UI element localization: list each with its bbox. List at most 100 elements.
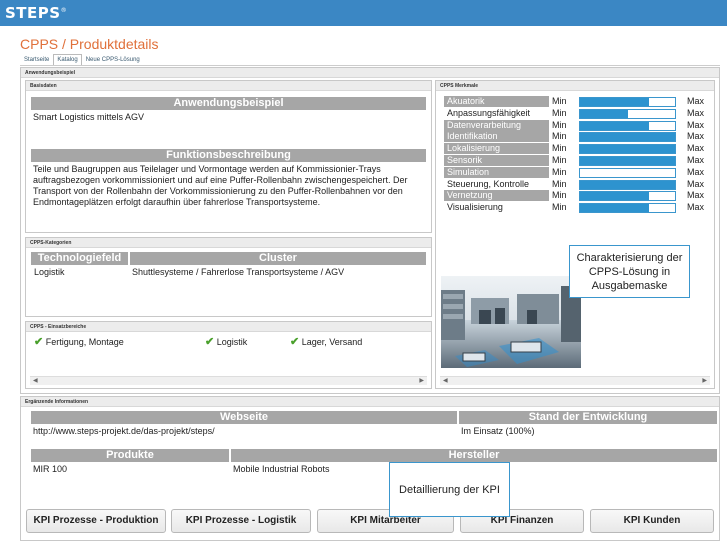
merkmal-row: Anpassungsfähigkeit Min Max (444, 107, 714, 119)
merkmal-min-label: Min (552, 166, 567, 177)
merkmal-row: Akuatorik Min Max (444, 96, 714, 107)
scroll-left-icon[interactable]: ◀ (33, 377, 38, 386)
merkmal-label: Lokalisierung (444, 143, 549, 155)
merkmal-level-fill (580, 98, 650, 106)
merkmal-min-label: Min (552, 119, 567, 130)
scroll-right-icon[interactable]: ▶ (419, 377, 424, 386)
steps-logo[interactable]: STEPS® (5, 4, 67, 22)
kategorien-panel: CPPS-Kategorien Technologiefeld Cluster … (25, 237, 432, 317)
merkmal-min-label: Min (552, 202, 567, 213)
cluster-value: Shuttlesysteme / Fahrerlose Transportsys… (132, 267, 345, 277)
merkmal-row: Datenverarbeitung Min Max (444, 119, 714, 131)
kpi-callout-text: Detaillierung der KPI (399, 484, 500, 496)
kpi-logistik-button[interactable]: KPI Prozesse - Logistik (171, 509, 311, 533)
merkmal-row: Sensorik Min Max (444, 155, 714, 166)
merkmal-label: Akuatorik (444, 96, 549, 107)
website-heading: Webseite (31, 411, 459, 424)
merkmal-max-label: Max (687, 143, 705, 154)
merkmal-label: Anpassungsfähigkeit (444, 107, 549, 119)
merkmal-min-label: Min (552, 96, 567, 106)
merkmale-title: CPPS Merkmale (436, 81, 714, 91)
hersteller-heading: Hersteller (231, 449, 717, 462)
merkmal-max-label: Max (687, 119, 705, 130)
merkmal-row: Steuerung, Kontrolle Min Max (444, 178, 714, 190)
merkmal-level-fill (580, 121, 650, 130)
merkmal-min-label: Min (552, 107, 567, 118)
merkmal-level-fill (580, 204, 650, 213)
einsatzbereiche-panel: CPPS - Einsatzbereiche ✔ Fertigung, Mont… (25, 321, 432, 389)
technologiefeld-value: Logistik (34, 267, 65, 277)
merkmal-level-fill (580, 133, 675, 142)
merkmal-min-label: Min (552, 155, 567, 165)
tab-divider (20, 65, 720, 66)
einsatz-item-logistik: ✔ Logistik (205, 336, 247, 348)
top-bar: STEPS® (0, 0, 727, 26)
merkmal-max-label: Max (687, 178, 705, 189)
kpi-kunden-button[interactable]: KPI Kunden (590, 509, 714, 533)
checkmark-icon: ✔ (205, 336, 215, 348)
checkmark-icon: ✔ (34, 336, 44, 348)
kpi-produktion-button[interactable]: KPI Prozesse - Produktion (26, 509, 166, 533)
checkmark-icon: ✔ (290, 336, 300, 348)
einsatz-label: Fertigung, Montage (45, 337, 124, 347)
merkmal-level-bar (579, 144, 676, 155)
merkmal-max-label: Max (687, 107, 705, 118)
merkmal-level-bar (579, 97, 676, 107)
merkmal-max-label: Max (687, 190, 705, 201)
funktionsbeschreibung-heading: Funktionsbeschreibung (31, 149, 426, 162)
merkmal-label: Sensorik (444, 155, 549, 166)
website-link[interactable]: http://www.steps-projekt.de/das-projekt/… (31, 426, 459, 437)
merkmal-level-bar (579, 179, 676, 190)
merkmal-row: Simulation Min Max (444, 166, 714, 178)
merkmal-row: Lokalisierung Min Max (444, 143, 714, 155)
anwendungsbeispiel-text: Smart Logistics mittels AGV (33, 112, 145, 122)
merkmal-level-bar (579, 132, 676, 143)
merkmal-level-fill (580, 157, 675, 165)
einsatz-label: Lager, Versand (301, 337, 363, 347)
merkmal-label: Visualisierung (444, 202, 549, 214)
einsatz-label: Logistik (216, 337, 248, 347)
merkmal-level-fill (580, 109, 628, 118)
produkte-value: MIR 100 (33, 464, 68, 474)
einsatz-scrollbar[interactable]: ◀ ▶ (30, 376, 427, 385)
einsatz-item-lager: ✔ Lager, Versand (290, 336, 362, 348)
merkmal-label: Datenverarbeitung (444, 119, 549, 131)
technologiefeld-heading: Technologiefeld (31, 252, 130, 265)
anwendungsbeispiel-heading: Anwendungsbeispiel (31, 97, 426, 110)
merkmal-label: Simulation (444, 166, 549, 178)
kategorien-title: CPPS-Kategorien (26, 238, 431, 248)
stand-value: Im Einsatz (100%) (461, 426, 535, 436)
page-title: CPPS / Produktdetails (20, 36, 159, 52)
merkmal-max-label: Max (687, 166, 705, 177)
merkmale-scrollbar[interactable]: ◀ ▶ (440, 376, 710, 385)
merkmal-row: Visualisierung Min Max (444, 202, 714, 214)
merkmal-level-fill (580, 192, 650, 201)
logo-trademark: ® (60, 7, 68, 14)
scroll-left-icon[interactable]: ◀ (443, 377, 448, 386)
merkmal-row: Vernetzung Min Max (444, 190, 714, 202)
merkmal-row: Identifikation Min Max (444, 131, 714, 143)
merkmal-min-label: Min (552, 178, 567, 189)
merkmal-level-bar (579, 156, 676, 166)
characterization-callout: Charakterisierung der CPPS-Lösung in Aus… (569, 245, 690, 298)
basisdaten-title: Basisdaten (26, 81, 431, 91)
example-panel-title: Anwendungsbeispiel (21, 68, 719, 78)
characterization-callout-text: Charakterisierung der CPPS-Lösung in Aus… (576, 252, 683, 292)
merkmal-label: Identifikation (444, 131, 549, 143)
merkmale-list: Akuatorik Min Max Anpassungsfähigkeit Min Max… (444, 96, 714, 216)
scroll-right-icon[interactable]: ▶ (702, 377, 707, 386)
merkmal-min-label: Min (552, 143, 567, 154)
merkmal-level-bar (579, 108, 676, 119)
cluster-heading: Cluster (130, 252, 426, 265)
einsatz-item-fertigung: ✔ Fertigung, Montage (34, 336, 124, 348)
merkmale-panel: CPPS Merkmale Akuatorik Min Max Anpassungsf… (435, 80, 715, 389)
basisdaten-panel: Basisdaten Anwendungsbeispiel Smart Logi… (25, 80, 432, 233)
agv-warehouse-photo (441, 276, 581, 368)
merkmal-level-bar (579, 167, 676, 178)
funktionsbeschreibung-text: Teile und Baugruppen aus Teilelager und … (33, 164, 408, 207)
merkmal-max-label: Max (687, 96, 705, 106)
merkmal-level-bar (579, 203, 676, 214)
merkmal-label: Vernetzung (444, 190, 549, 202)
logo-text: STEPS (5, 4, 61, 22)
merkmal-max-label: Max (687, 155, 705, 165)
